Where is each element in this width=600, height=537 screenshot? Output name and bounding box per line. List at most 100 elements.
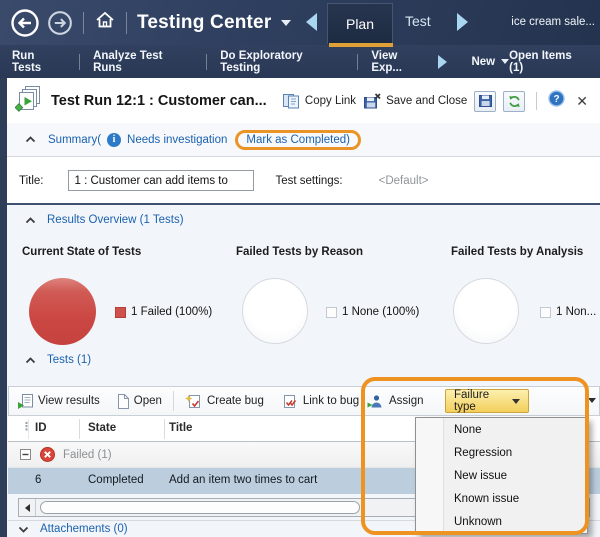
pie-failed-tests-by-reason [242,278,308,344]
assign-icon [367,394,383,409]
divider [126,12,127,34]
legend-failed-by-reason: 1 None (100%) [326,306,419,318]
menu-item-regression[interactable]: Regression [416,441,587,464]
new-menu-button[interactable]: New [471,56,509,68]
title-input[interactable] [68,170,254,191]
create-bug-icon [185,394,202,409]
collapse-chevron-up-icon[interactable] [25,136,36,143]
menu-item-known-issue[interactable]: Known issue [416,487,587,510]
divider [536,92,537,110]
chart-title-failed-by-analysis: Failed Tests by Analysis [451,246,583,258]
view-results-button[interactable]: View results [17,394,100,409]
column-header-title[interactable]: Title [169,422,192,434]
attachments-section-header: Attachements (0) [18,523,128,535]
legend-swatch-non [540,307,551,318]
center-switcher-caret-icon[interactable] [281,20,291,26]
nav-analyze-test-runs[interactable]: Analyze Test Runs [93,50,193,74]
assign-button[interactable]: Assign [367,387,424,415]
link-to-bug-button[interactable]: Link to bug [282,394,359,409]
home-icon [94,9,116,31]
nav-overflow-right-icon[interactable] [438,55,447,69]
active-tab-underline [329,43,393,47]
home-button[interactable] [94,9,116,36]
nav-do-exploratory-testing[interactable]: Do Exploratory Testing [220,50,344,74]
help-button[interactable]: ? [548,90,565,112]
forward-arrow-icon [47,10,73,36]
column-drag-handle-icon[interactable]: ⋮ [21,420,31,433]
collapse-chevron-up-icon[interactable] [25,357,36,364]
left-edge-strip [0,78,7,537]
tests-heading[interactable]: Tests (1) [47,354,91,366]
svg-text:?: ? [554,94,560,105]
tab-test[interactable]: Test [405,13,431,29]
column-header-id[interactable]: ID [35,422,47,434]
legend-current-state: 1 Failed (100%) [115,306,212,318]
results-overview-section-header: Results Overview (1 Tests) [25,214,184,226]
scroll-left-button[interactable] [19,499,36,516]
link-to-bug-label: Link to bug [303,395,359,407]
divider [173,391,174,411]
section-divider [7,203,600,205]
open-button[interactable]: Open [116,394,162,409]
test-run-icon [15,85,43,118]
group-label: Failed (1) [63,449,112,461]
summary-heading[interactable]: Summary( [48,134,101,146]
legend-label-none: 1 None (100%) [342,306,419,318]
results-overview-heading[interactable]: Results Overview (1 Tests) [47,214,184,226]
failure-type-button[interactable]: Failure type [445,389,529,413]
title-field-label: Title: [19,175,44,187]
open-items-button[interactable]: Open Items (1) [509,50,588,74]
project-name[interactable]: ice cream sale... [511,16,595,28]
attachments-heading[interactable]: Attachements (0) [40,523,128,535]
scroll-left-icon [25,504,30,512]
legend-label-failed: 1 Failed (100%) [131,306,212,318]
tab-plan[interactable]: Plan [327,3,393,44]
back-button[interactable] [10,8,40,38]
menu-item-none[interactable]: None [416,418,587,441]
view-results-label: View results [38,395,100,407]
failure-type-label: Failure type [454,389,512,413]
forward-button[interactable] [47,10,73,36]
column-header-state[interactable]: State [88,422,116,434]
save-and-close-label: Save and Close [386,95,467,107]
menu-item-new-issue[interactable]: New issue [416,464,587,487]
collapse-chevron-up-icon[interactable] [25,217,36,224]
summary-section-header: Summary( i Needs investigation Mark as C… [7,123,600,157]
new-menu-caret-icon [501,59,509,64]
scroll-tabs-right-icon[interactable] [457,13,468,31]
tab-plan-label: Plan [346,16,374,32]
divider [206,54,207,70]
back-arrow-icon [10,8,40,38]
save-and-close-button[interactable]: Save and Close [363,93,467,109]
save-icon [479,95,492,107]
menu-item-unknown[interactable]: Unknown [416,510,587,533]
column-resize-handle[interactable] [79,419,80,439]
legend-swatch-failed [115,307,126,318]
open-icon [116,394,129,409]
nav-run-tests[interactable]: Run Tests [12,50,66,74]
app-title[interactable]: Testing Center [137,12,271,34]
scroll-tabs-left-icon[interactable] [306,13,317,31]
nav-view-exp[interactable]: View Exp... [371,50,430,74]
test-settings-value: <Default> [379,175,429,187]
chart-title-current-state: Current State of Tests [22,246,141,258]
app-window: Testing Center Plan Test ice cream sale.… [0,0,600,537]
copy-link-button[interactable]: Copy Link [282,93,356,109]
expand-chevron-down-icon[interactable] [18,526,29,533]
close-button[interactable]: ✕ [572,93,592,110]
column-resize-handle[interactable] [164,419,165,439]
refresh-icon [508,95,521,108]
refresh-button[interactable] [503,91,525,112]
create-bug-button[interactable]: Create bug [185,394,264,409]
mark-as-completed-link[interactable]: Mark as Completed) [235,130,361,150]
save-button[interactable] [474,91,496,112]
toolbar-overflow-caret-icon[interactable] [588,398,596,403]
needs-investigation-link[interactable]: Needs investigation [127,134,227,146]
divider [79,54,80,70]
run-summary-form: Title: Test settings: <Default> [7,158,600,203]
open-label: Open [134,395,162,407]
legend-failed-by-analysis: 1 Non... [540,306,596,318]
scrollbar-thumb[interactable] [40,501,360,514]
collapse-group-icon[interactable] [20,449,31,460]
tests-toolbar: View results Open Create bug Link [8,386,600,416]
